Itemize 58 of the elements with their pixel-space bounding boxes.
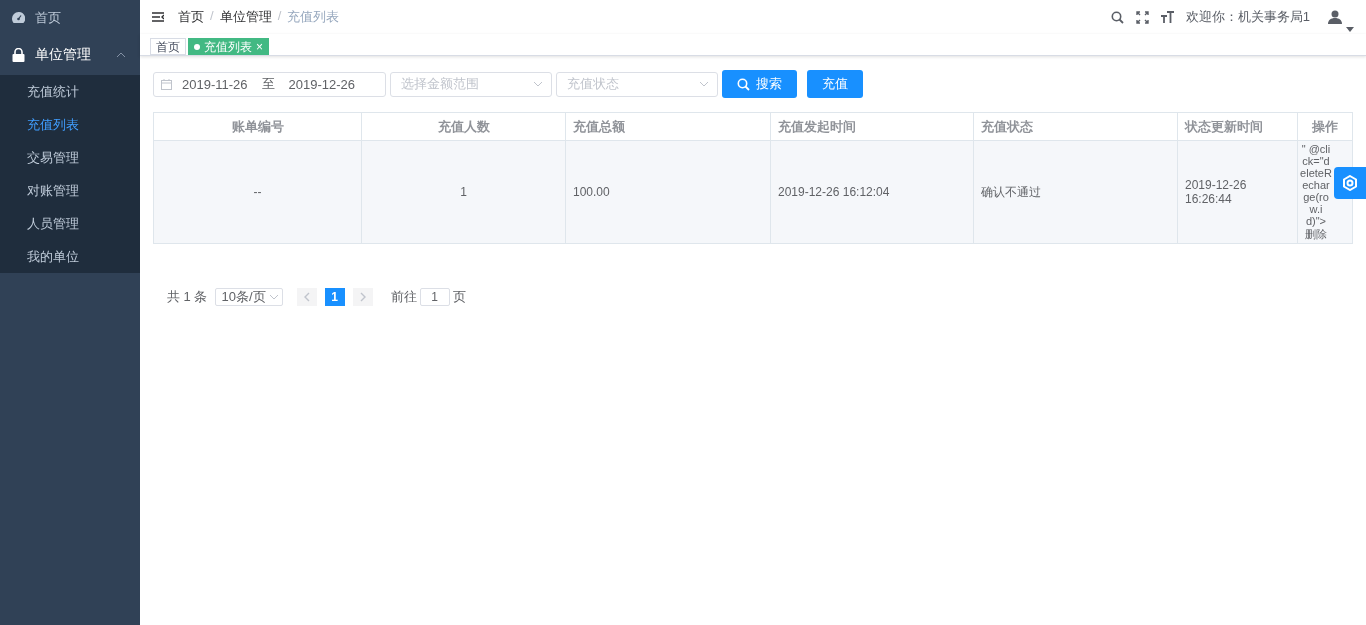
sidebar-item[interactable]: 首页 [0,0,140,35]
submenu-item[interactable]: 人员管理 [0,207,140,240]
table-cell: 100.00 [565,140,771,244]
submenu-item[interactable]: 我的单位 [0,240,140,273]
gauge-icon [12,12,25,23]
column-header: 操作 [1297,112,1353,141]
prev-page-button[interactable] [296,288,317,306]
table-cell: -- [153,140,362,244]
font-size-icon [1160,11,1174,23]
breadcrumb-item[interactable]: 首页 [178,8,204,26]
user-icon [1328,10,1342,24]
settings-button[interactable] [1334,167,1366,199]
search-icon [1110,10,1124,24]
range-separator: 至 [261,75,275,93]
search-icon [737,77,750,91]
submenu-item[interactable]: 充值列表 [0,108,140,141]
caret-icon [116,52,126,58]
column-header: 充值人数 [361,112,566,141]
sidebar-group[interactable]: 单位管理 [0,35,140,75]
page-suffix: 页 [452,288,466,306]
chevron-down-icon [699,81,709,87]
chevron-down-icon [533,81,543,87]
submenu-item[interactable]: 充值统计 [0,75,140,108]
column-header: 充值状态 [973,112,1178,141]
column-header: 账单编号 [153,112,362,141]
chevron-right-icon [359,292,366,302]
page-input[interactable]: 1 [419,288,450,306]
fullscreen-icon [1135,10,1149,24]
menu-icon [152,12,164,22]
welcome-text: 欢迎你：机关事务局1 [1185,8,1310,26]
calendar-icon [161,78,172,90]
column-header: 充值总额 [565,112,771,141]
chevron-down-icon [268,294,279,300]
date-range-field[interactable]: 2019-11-26 至 2019-12-26 [153,71,386,97]
breadcrumb-separator: / [277,8,282,25]
breadcrumb-item: 充值列表 [287,8,340,26]
breadcrumb-item[interactable]: 单位管理 [219,8,272,26]
dot-icon [194,43,200,50]
tab[interactable]: 首页 [150,38,186,55]
breadcrumb-separator: / [210,8,214,25]
table-cell: 2019-12-26 16:12:04 [770,140,974,244]
caret-down-icon [1346,27,1354,32]
submenu-item[interactable]: 对账管理 [0,174,140,207]
table-cell: 1 [361,140,566,244]
table-cell: 确认不通过 [973,140,1178,244]
column-header: 状态更新时间 [1177,112,1298,141]
end-date: 2019-12-26 [288,76,356,92]
chevron-left-icon [303,292,310,302]
column-header: 充值发起时间 [770,112,974,141]
next-page-button[interactable] [352,288,373,306]
lock-icon [12,48,25,62]
submenu-item[interactable]: 交易管理 [0,141,140,174]
goto-label: 前往 [390,288,417,306]
start-date: 2019-11-26 [182,76,248,92]
table-cell: 2019-12-26 16:26:44 [1177,140,1298,244]
total-count: 共 1 条 [167,288,208,306]
page-size-select[interactable]: 10条/页 [215,288,283,306]
settings-icon [1342,175,1358,191]
